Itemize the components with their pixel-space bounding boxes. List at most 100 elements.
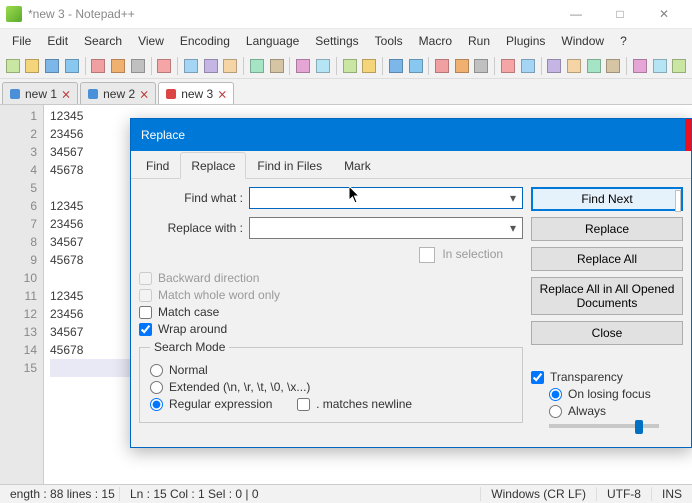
- doc-map-icon[interactable]: [499, 57, 517, 75]
- run-multiple-icon[interactable]: [671, 57, 689, 75]
- close-tab-icon[interactable]: ⨯: [61, 87, 71, 101]
- dialog-tab-find[interactable]: Find: [135, 152, 180, 179]
- monitor-icon[interactable]: [585, 57, 603, 75]
- dialog-tabs: FindReplaceFind in FilesMark: [131, 151, 691, 179]
- find-what-input[interactable]: [249, 187, 523, 209]
- doc-tab-label: new 2: [103, 87, 135, 101]
- new-file-icon[interactable]: [4, 57, 22, 75]
- doc-tab-new-2[interactable]: new 2 ⨯: [80, 82, 156, 104]
- transparency-slider[interactable]: [549, 424, 659, 428]
- in-selection-label: In selection: [442, 247, 503, 261]
- undo-icon[interactable]: [222, 57, 240, 75]
- save-icon[interactable]: [43, 57, 61, 75]
- search-mode-regex[interactable]: Regular expression . matches newline: [150, 397, 512, 411]
- toolbar-separator: [541, 57, 542, 75]
- menu-view[interactable]: View: [130, 31, 172, 51]
- menu-search[interactable]: Search: [76, 31, 130, 51]
- close-icon[interactable]: [90, 57, 108, 75]
- indent-guide-icon[interactable]: [453, 57, 471, 75]
- toolbar-separator: [336, 57, 337, 75]
- doc-list-icon[interactable]: [519, 57, 537, 75]
- dialog-close-button[interactable]: [685, 119, 691, 151]
- find-what-label: Find what :: [139, 191, 249, 205]
- close-all-icon[interactable]: [109, 57, 127, 75]
- toolbar-separator: [85, 57, 86, 75]
- menu-language[interactable]: Language: [238, 31, 307, 51]
- replace-icon[interactable]: [294, 57, 312, 75]
- status-encoding: UTF-8: [597, 487, 652, 501]
- replace-with-input[interactable]: [249, 217, 523, 239]
- func-list-icon[interactable]: [546, 57, 564, 75]
- stop-record-icon[interactable]: [631, 57, 649, 75]
- in-selection-checkbox[interactable]: [419, 247, 435, 263]
- replace-button[interactable]: Replace: [531, 217, 683, 241]
- dialog-tab-replace[interactable]: Replace: [180, 152, 246, 179]
- menu-plugins[interactable]: Plugins: [498, 31, 553, 51]
- menu-[interactable]: ?: [612, 31, 635, 51]
- close-button[interactable]: ✕: [642, 0, 686, 29]
- copy-icon[interactable]: [182, 57, 200, 75]
- menu-edit[interactable]: Edit: [39, 31, 76, 51]
- line-number: 14: [0, 341, 37, 359]
- menu-file[interactable]: File: [4, 31, 39, 51]
- open-file-icon[interactable]: [24, 57, 42, 75]
- wrap-around-checkbox[interactable]: Wrap around: [139, 322, 523, 336]
- close-tab-icon[interactable]: ⨯: [217, 87, 227, 101]
- close-dialog-button[interactable]: Close: [531, 321, 683, 345]
- play-icon[interactable]: [651, 57, 669, 75]
- find-direction-checkbox[interactable]: [675, 190, 681, 212]
- transparency-always[interactable]: Always: [549, 404, 683, 418]
- zoom-in-icon[interactable]: [314, 57, 332, 75]
- menu-window[interactable]: Window: [553, 31, 612, 51]
- replace-all-button[interactable]: Replace All: [531, 247, 683, 271]
- sync-h-icon[interactable]: [387, 57, 405, 75]
- cut-icon[interactable]: [156, 57, 174, 75]
- menu-run[interactable]: Run: [460, 31, 498, 51]
- toolbar-separator: [177, 57, 178, 75]
- minimize-button[interactable]: —: [554, 0, 598, 29]
- zoom-out-icon[interactable]: [341, 57, 359, 75]
- saved-icon: [87, 88, 99, 100]
- save-all-icon[interactable]: [63, 57, 81, 75]
- show-all-icon[interactable]: [433, 57, 451, 75]
- dialog-tab-find-in-files[interactable]: Find in Files: [246, 152, 333, 179]
- menu-macro[interactable]: Macro: [411, 31, 460, 51]
- doc-tab-new-3[interactable]: new 3 ⨯: [158, 82, 234, 104]
- transparency-on-losing-focus[interactable]: On losing focus: [549, 387, 683, 401]
- dot-matches-newline-checkbox[interactable]: [297, 398, 310, 411]
- menu-tools[interactable]: Tools: [367, 31, 411, 51]
- line-number: 1: [0, 107, 37, 125]
- backward-direction-checkbox[interactable]: Backward direction: [139, 271, 523, 285]
- folder-workspace-icon[interactable]: [565, 57, 583, 75]
- dialog-title: Replace: [141, 128, 185, 142]
- find-next-button[interactable]: Find Next: [531, 187, 683, 211]
- match-whole-word-checkbox[interactable]: Match whole word only: [139, 288, 523, 302]
- paste-icon[interactable]: [202, 57, 220, 75]
- close-tab-icon[interactable]: ⨯: [139, 87, 149, 101]
- search-mode-normal[interactable]: Normal: [150, 363, 512, 377]
- find-icon[interactable]: [268, 57, 286, 75]
- record-icon[interactable]: [605, 57, 623, 75]
- doc-tab-label: new 3: [181, 87, 213, 101]
- toolbar: [0, 53, 692, 79]
- transparency-checkbox[interactable]: Transparency: [531, 370, 683, 384]
- menu-encoding[interactable]: Encoding: [172, 31, 238, 51]
- line-number: 2: [0, 125, 37, 143]
- doc-tab-new-1[interactable]: new 1⨯: [2, 82, 78, 104]
- redo-icon[interactable]: [248, 57, 266, 75]
- dialog-title-bar[interactable]: Replace: [131, 119, 691, 151]
- maximize-button[interactable]: □: [598, 0, 642, 29]
- sync-v-icon[interactable]: [360, 57, 378, 75]
- status-length: ength : 88 lines : 15: [0, 487, 120, 501]
- replace-all-in-all-button[interactable]: Replace All in All Opened Documents: [531, 277, 683, 315]
- search-mode-extended[interactable]: Extended (\n, \r, \t, \0, \x...): [150, 380, 512, 394]
- line-number: 6: [0, 197, 37, 215]
- udldef-icon[interactable]: [473, 57, 491, 75]
- word-wrap-icon[interactable]: [407, 57, 425, 75]
- match-case-checkbox[interactable]: Match case: [139, 305, 523, 319]
- transparency-group: Transparency On losing focus Always: [531, 367, 683, 428]
- print-icon[interactable]: [129, 57, 147, 75]
- menu-settings[interactable]: Settings: [307, 31, 366, 51]
- dialog-tab-mark[interactable]: Mark: [333, 152, 382, 179]
- line-number: 3: [0, 143, 37, 161]
